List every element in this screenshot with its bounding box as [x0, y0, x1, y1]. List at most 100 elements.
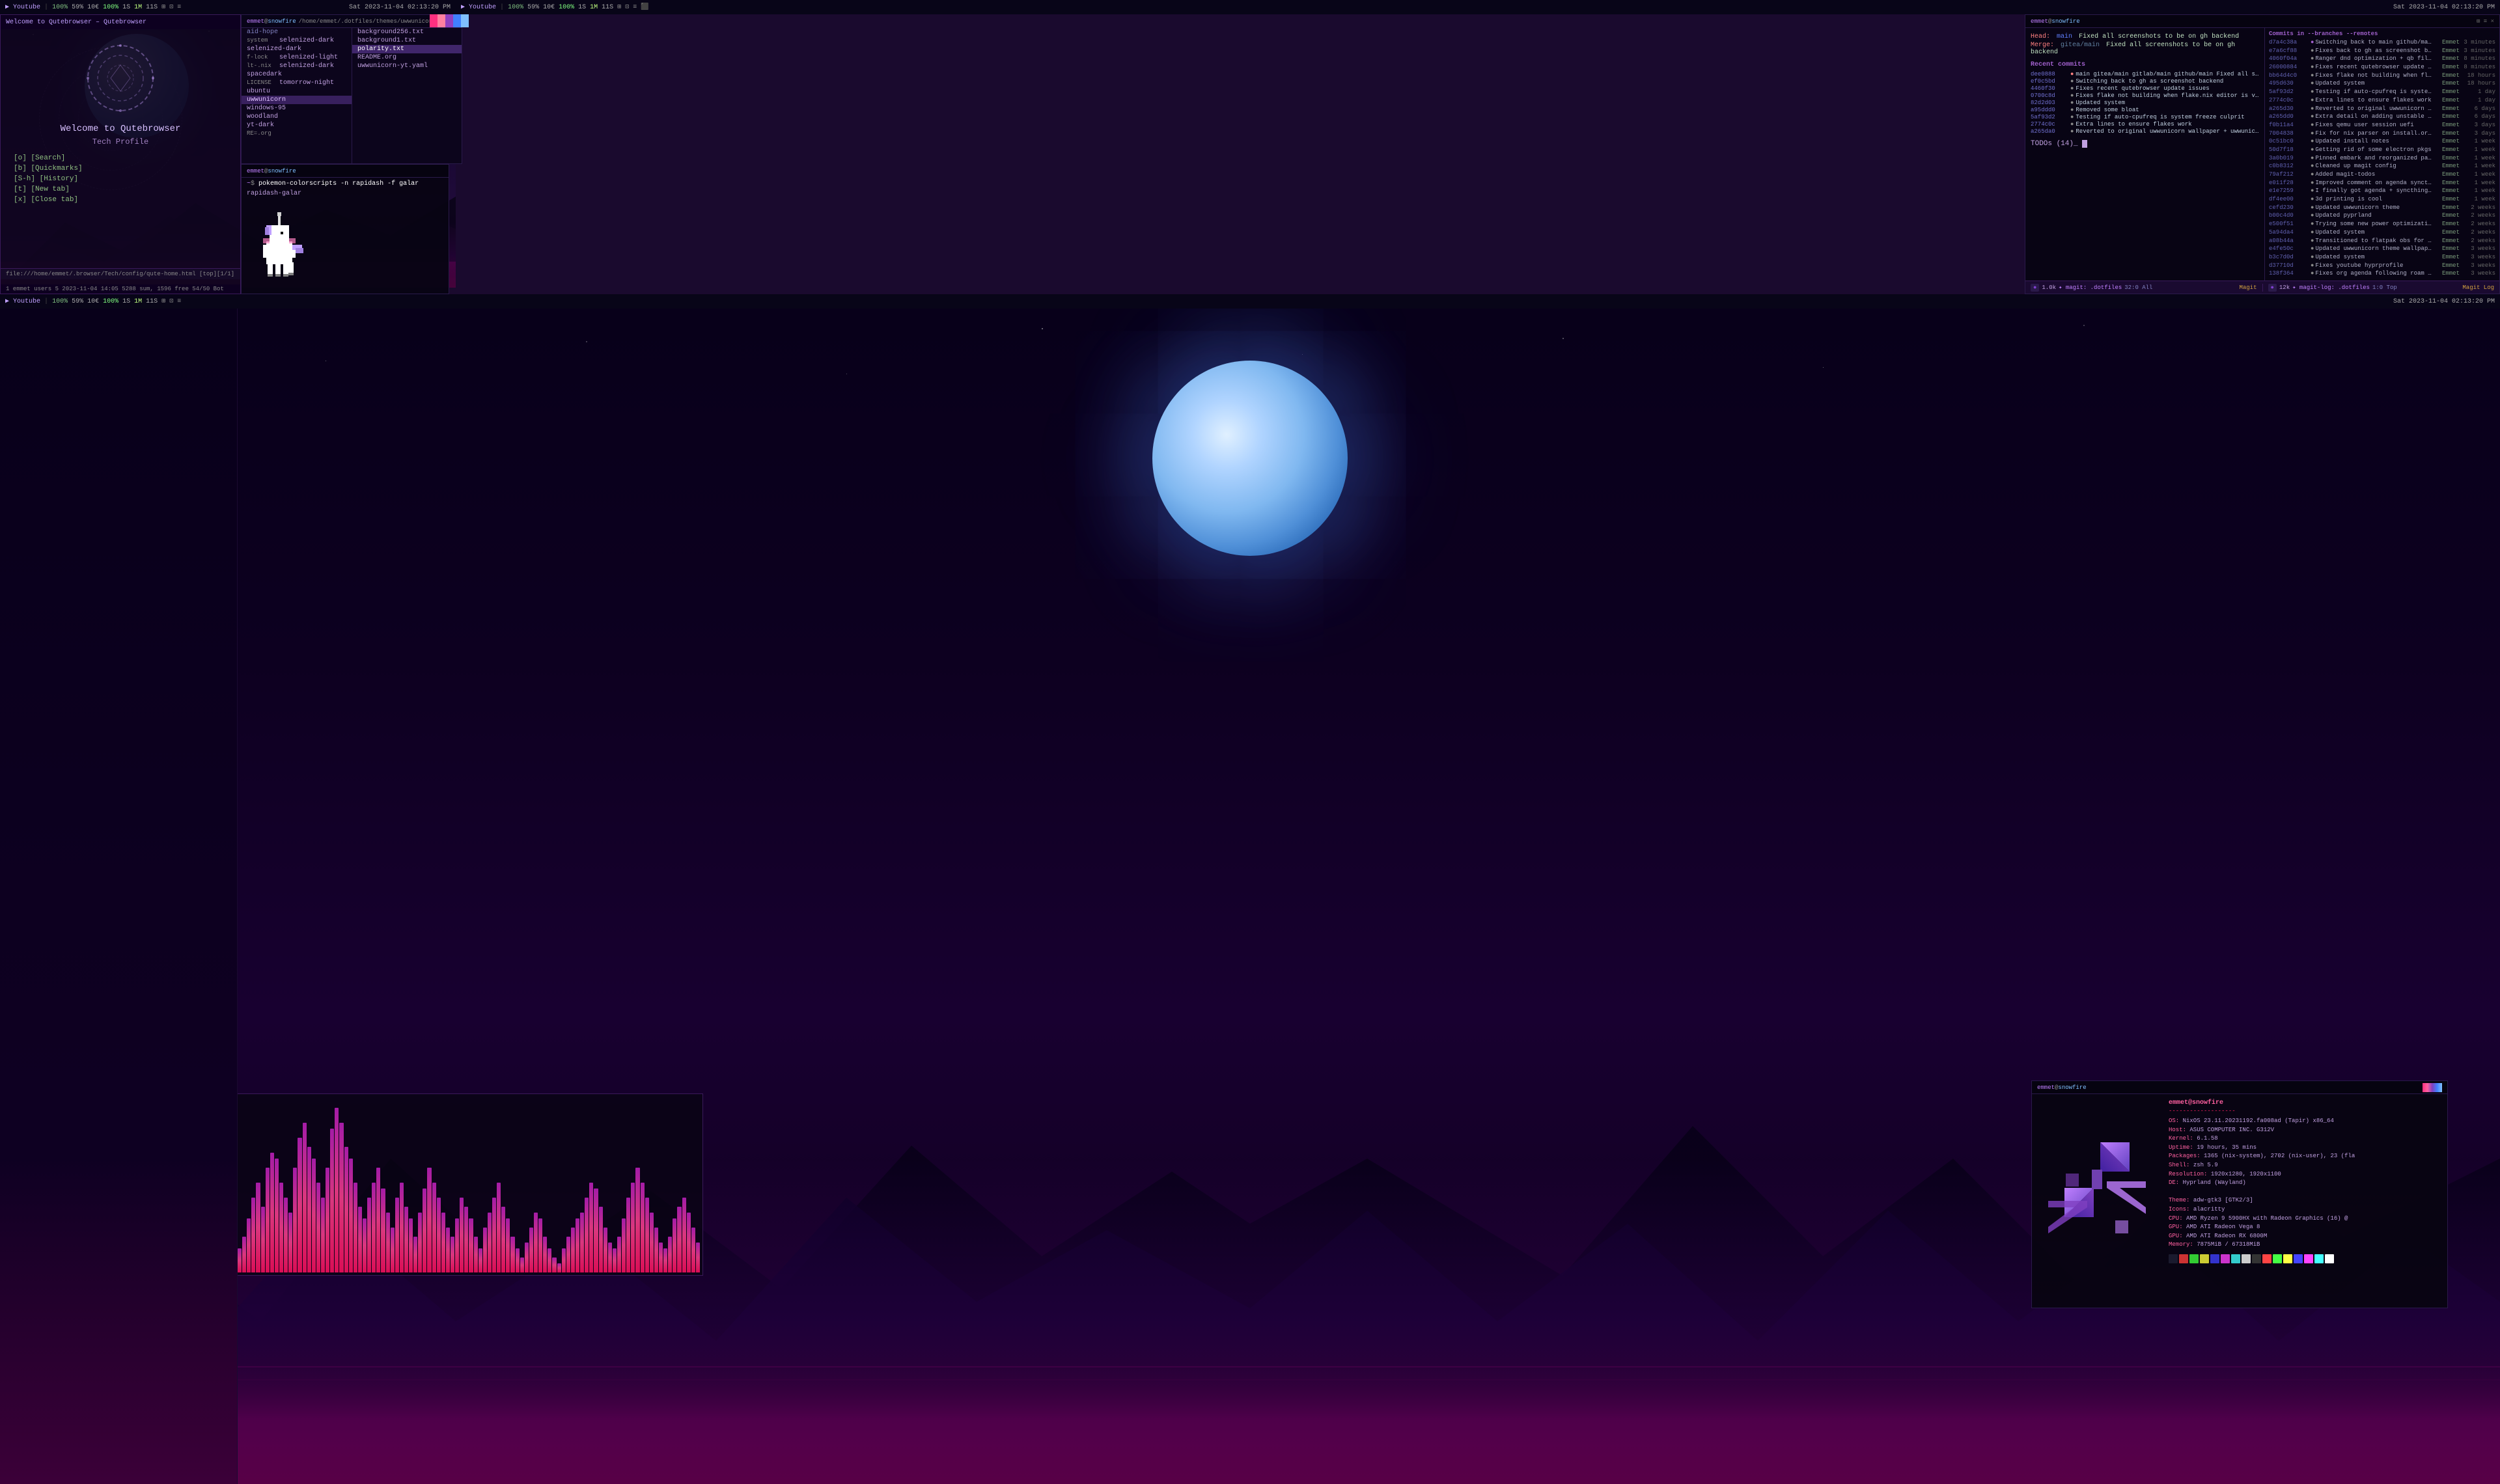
- log-entry-23[interactable]: e500f51 ● Trying some new power optimiza…: [2269, 221, 2495, 228]
- vis-bar-56: [497, 1183, 501, 1272]
- taskbar-icon: ▶: [5, 3, 9, 11]
- log-entry-24[interactable]: 5a94da4 ● Updated system Emmet 2 weeks: [2269, 229, 2495, 237]
- log-entry-19[interactable]: e1e7259 ● I finally got agenda + syncthi…: [2269, 187, 2495, 195]
- log-entry-10[interactable]: a265dd0 ● Extra detail on adding unstabl…: [2269, 113, 2495, 121]
- file-entry-aid[interactable]: aid-hope: [242, 28, 352, 36]
- qb-nav-search[interactable]: [o] [Search]: [14, 154, 227, 162]
- log-entry-28[interactable]: d37710d ● Fixes youtube hyprprofile Emme…: [2269, 262, 2495, 270]
- vis-bar-48: [460, 1198, 464, 1272]
- log-entry-17[interactable]: 79af212 ● Added magit-todos Emmet 1 week: [2269, 171, 2495, 179]
- file-entry-windows95[interactable]: windows-95: [242, 104, 352, 113]
- log-entry-20[interactable]: df4ee00 ● 3d printing is cool Emmet 1 we…: [2269, 196, 2495, 204]
- commit-82d2d03[interactable]: 82d2d03 ● Updated system: [2031, 100, 2259, 106]
- file-entry-ytdark[interactable]: yt-dark: [242, 121, 352, 130]
- log-entry-27[interactable]: b3c7d0d ● Updated system Emmet 3 weeks: [2269, 254, 2495, 262]
- vis-bar-99: [696, 1243, 700, 1272]
- vis-bar-32: [386, 1213, 390, 1272]
- file-polarity[interactable]: polarity.txt: [352, 45, 462, 53]
- bstar-9: [2083, 325, 2085, 326]
- qb-url-bar: file:///home/emmet/.browser/Tech/config/…: [1, 268, 240, 279]
- vis-bar-35: [400, 1183, 404, 1272]
- log-entry-26[interactable]: e4fe50c ● Updated uwwunicorn theme wallp…: [2269, 245, 2495, 253]
- taskbar-time-right: Sat 2023-11-04 02:13:20 PM: [2393, 4, 2495, 11]
- file-entry-readme[interactable]: RE=.org: [242, 130, 352, 137]
- file-entry-ltnix[interactable]: lt-.nixselenized-dark: [242, 62, 352, 70]
- vis-bar-70: [562, 1248, 566, 1272]
- color-palette-indicator: [430, 14, 469, 27]
- commit-a95ddd0[interactable]: a95ddd0 ● Removed some bloat: [2031, 107, 2259, 113]
- log-entry-5[interactable]: bb64d4c0 ● Fixes flake not building when…: [2269, 72, 2495, 80]
- log-entry-12[interactable]: 7004838 ● Fix for nix parser on install.…: [2269, 130, 2495, 138]
- nf-kernel: Kernel: 6.1.58: [2169, 1134, 2441, 1143]
- vis-bar-85: [631, 1183, 635, 1272]
- log-entry-21[interactable]: cefd230 ● Updated uwwunicorn theme Emmet…: [2269, 204, 2495, 212]
- bstar-8: [1823, 367, 1824, 368]
- commit-0700c8d[interactable]: 0700c8d ● Fixes flake not building when …: [2031, 92, 2259, 99]
- log-entry-25[interactable]: a08b44a ● Transitioned to flatpak obs fo…: [2269, 238, 2495, 245]
- log-entry-2[interactable]: e7a6cf88 ● Fixes back to gh as screensho…: [2269, 48, 2495, 55]
- taskbar-right-youtube[interactable]: Youtube: [469, 4, 496, 11]
- vis-bar-5: [261, 1207, 265, 1272]
- log-entry-8[interactable]: 2774c0c ● Extra lines to ensure flakes w…: [2269, 97, 2495, 105]
- vis-bar-82: [617, 1237, 621, 1272]
- log-entry-14[interactable]: 50d7f18 ● Getting rid of some electron p…: [2269, 146, 2495, 154]
- log-entry-18[interactable]: e011f28 ● Improved comment on agenda syn…: [2269, 180, 2495, 187]
- qb-nav-newtab[interactable]: [t] [New tab]: [14, 186, 227, 193]
- taskbar-bottom-youtube[interactable]: Youtube: [13, 298, 40, 305]
- vis-bar-40: [423, 1189, 426, 1272]
- file-bg256[interactable]: background256.txt: [352, 28, 462, 36]
- file-yaml[interactable]: uwwunicorn-yt.yaml: [352, 62, 462, 70]
- vis-bar-42: [432, 1183, 436, 1272]
- file-entry-selenized2[interactable]: selenized-dark: [242, 45, 352, 53]
- file-entry-license[interactable]: LICENSEtomorrow-night: [242, 79, 352, 87]
- log-entry-11[interactable]: f0b11a4 ● Fixes qemu user session uefi E…: [2269, 122, 2495, 130]
- qb-nav-quickmarks[interactable]: [b] [Quickmarks]: [14, 165, 227, 172]
- qb-nav-history[interactable]: [S-h] [History]: [14, 175, 227, 183]
- taskbar-youtube[interactable]: Youtube: [13, 4, 40, 11]
- vis-bar-23: [344, 1147, 348, 1272]
- file-readme[interactable]: README.org: [352, 53, 462, 62]
- commit-ef0c5bd[interactable]: ef0c5bd ● Switching back to gh as screen…: [2031, 78, 2259, 85]
- log-entry-16[interactable]: c0b8312 ● Cleaned up magit config Emmet …: [2269, 163, 2495, 171]
- file-entry-spacedark[interactable]: spacedark: [242, 70, 352, 79]
- vis-bar-36: [404, 1207, 408, 1272]
- log-entry-3[interactable]: 4060f04a ● Ranger dnd optimization + qb …: [2269, 55, 2495, 63]
- file-entry-flock[interactable]: f-lockselenized-light: [242, 53, 352, 62]
- commit-5af93d2[interactable]: 5af93d2 ● Testing if auto-cpufreq is sys…: [2031, 114, 2259, 120]
- vis-bar-24: [349, 1159, 353, 1272]
- log-entry-13[interactable]: 0c51bc0 ● Updated install notes Emmet 1 …: [2269, 138, 2495, 146]
- vis-bar-18: [321, 1198, 325, 1272]
- commit-4460f30[interactable]: 4460f30 ● Fixes recent qutebrowser updat…: [2031, 85, 2259, 92]
- log-entry-22[interactable]: b00c4d0 ● Updated pyprland Emmet 2 weeks: [2269, 212, 2495, 220]
- vis-bar-91: [659, 1243, 663, 1272]
- file-entry-system[interactable]: systemselenized-dark: [242, 36, 352, 45]
- log-entry-15[interactable]: 3a0b019 ● Pinned embark and reorganized …: [2269, 155, 2495, 163]
- file-entry-woodland[interactable]: woodland: [242, 113, 352, 121]
- file-entry-ubuntu[interactable]: ubuntu: [242, 87, 352, 96]
- log-entry-9[interactable]: a265d30 ● Reverted to original uwwunicor…: [2269, 105, 2495, 113]
- taskbar-bottom-b7: 11S: [146, 298, 158, 305]
- vis-bar-80: [608, 1243, 612, 1272]
- nf-shell: Shell: zsh 5.9: [2169, 1161, 2441, 1170]
- neofetch-panel: emmet@snowfire: [2031, 1080, 2448, 1308]
- file-bg1[interactable]: background1.txt: [352, 36, 462, 45]
- log-entry-7[interactable]: 5af93d2 ● Testing if auto-cpufreq is sys…: [2269, 89, 2495, 96]
- vis-bar-64: [534, 1213, 538, 1272]
- bstar-7: [1562, 338, 1564, 339]
- log-entry-29[interactable]: 138f364 ● Fixes org agenda following roa…: [2269, 270, 2495, 278]
- vis-bar-45: [446, 1228, 450, 1272]
- qb-url-text: file:///home/emmet/.browser/Tech/config/…: [6, 271, 234, 277]
- commit-dee0888[interactable]: dee0888 ● main gitea/main gitlab/main gi…: [2031, 71, 2259, 77]
- log-entry-6[interactable]: 495d630 ● Updated system Emmet 18 hours: [2269, 80, 2495, 88]
- magit-left-status: ● 1.0k ✦ magit: .dotfiles 32:0 All Magit: [2025, 284, 2262, 292]
- magit-log-mode: Magit Log: [2462, 284, 2494, 291]
- file-entry-uwwunicorn[interactable]: uwwunicorn: [242, 96, 352, 104]
- commit-2774c0c[interactable]: 2774c0c ● Extra lines to ensure flakes w…: [2031, 121, 2259, 128]
- pokemon-sprite-area: [242, 200, 449, 293]
- vis-bar-53: [483, 1228, 487, 1272]
- qb-nav-close[interactable]: [x] [Close tab]: [14, 196, 227, 204]
- log-entry-1[interactable]: d7a4c38a ● Switching back to main github…: [2269, 39, 2495, 47]
- log-entry-4[interactable]: 26000884 ● Fixes recent qutebrowser upda…: [2269, 64, 2495, 72]
- commit-a265da0[interactable]: a265da0 ● Reverted to original uwwunicor…: [2031, 128, 2259, 135]
- visualizer-content: [235, 1094, 702, 1275]
